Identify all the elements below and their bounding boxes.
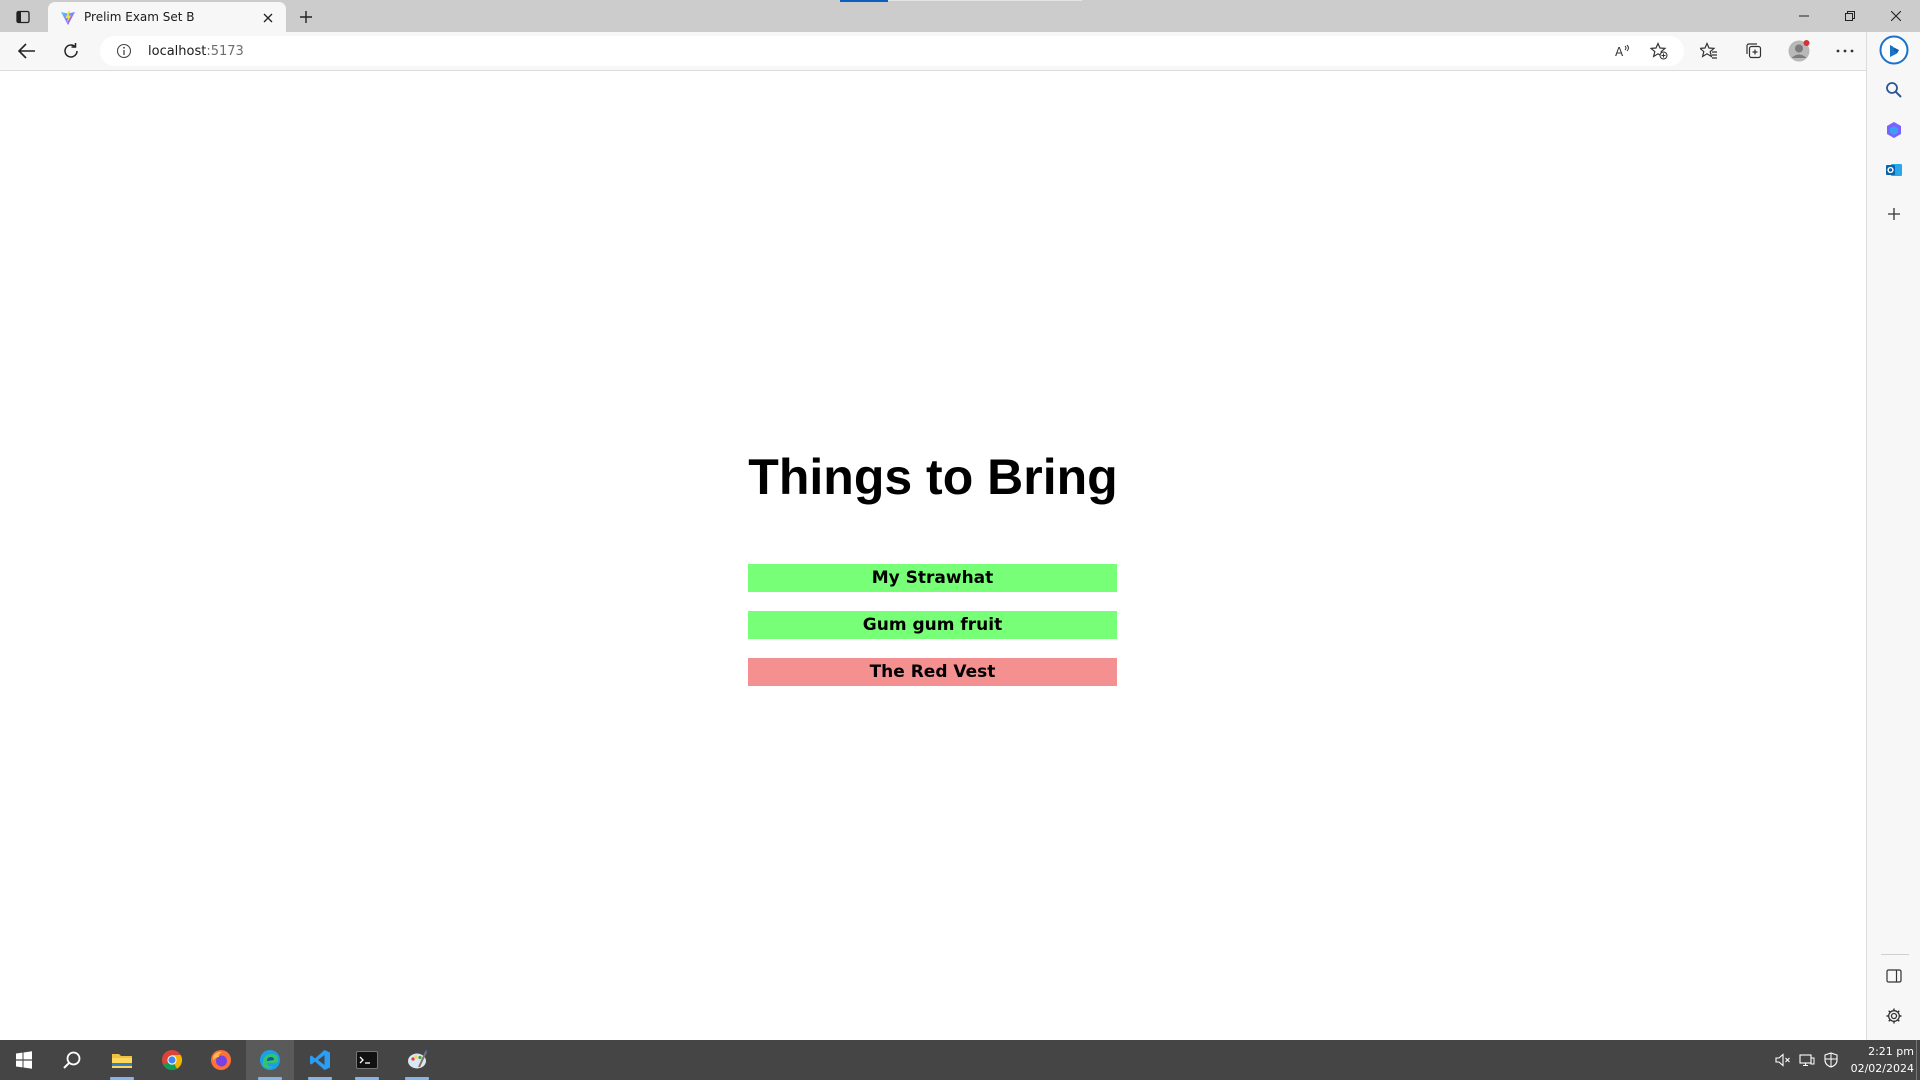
search-icon[interactable] <box>1880 76 1908 104</box>
windows-start-icon[interactable] <box>0 1040 48 1080</box>
web-page-content: Things to Bring My Strawhat Gum gum frui… <box>0 71 1866 1040</box>
list-item: Gum gum fruit <box>748 611 1117 639</box>
edge-icon[interactable] <box>246 1040 294 1080</box>
show-desktop-button[interactable] <box>1916 1040 1917 1080</box>
refresh-icon[interactable] <box>56 36 86 66</box>
settings-more-icon[interactable] <box>1830 36 1860 66</box>
browser-tab-active[interactable]: Prelim Exam Set B <box>48 2 286 33</box>
url-port: :5173 <box>206 44 244 59</box>
url-host: localhost <box>148 44 207 59</box>
tab-close-icon[interactable] <box>258 8 278 28</box>
security-shield-icon[interactable] <box>1821 1050 1841 1070</box>
site-info-icon[interactable] <box>116 43 132 59</box>
windows-taskbar: 2:21 pm 02/02/2024 <box>0 1040 1920 1080</box>
url-text[interactable]: localhost:5173 <box>148 44 244 59</box>
read-aloud-icon[interactable]: A <box>1610 38 1636 64</box>
restore-icon[interactable] <box>1827 0 1873 32</box>
bing-copilot-icon[interactable] <box>1878 34 1910 66</box>
new-tab-icon[interactable] <box>293 4 319 30</box>
volume-muted-icon[interactable] <box>1773 1050 1793 1070</box>
page-load-track <box>888 0 1082 1</box>
add-sidebar-app-icon[interactable] <box>1880 200 1908 228</box>
chrome-icon[interactable] <box>148 1040 196 1080</box>
list-item: My Strawhat <box>748 564 1117 592</box>
page-load-indicator <box>840 0 888 2</box>
tab-actions-icon[interactable] <box>10 6 36 28</box>
back-arrow-icon[interactable] <box>12 36 42 66</box>
browser-toolbar: localhost:5173 A <box>0 32 1920 70</box>
edge-sidebar <box>1866 32 1920 1040</box>
sidebar-settings-gear-icon[interactable] <box>1880 1002 1908 1030</box>
network-icon[interactable] <box>1797 1050 1817 1070</box>
svg-text:A: A <box>1615 45 1624 59</box>
vscode-icon[interactable] <box>296 1040 344 1080</box>
tab-title: Prelim Exam Set B <box>84 10 195 24</box>
browser-tab-bar: Prelim Exam Set B <box>0 0 1920 33</box>
list-item-label: The Red Vest <box>869 662 996 682</box>
sidebar-separator <box>1881 954 1909 955</box>
terminal-icon[interactable] <box>343 1040 391 1080</box>
vite-logo-icon <box>60 10 76 26</box>
hide-sidebar-icon[interactable] <box>1880 962 1908 990</box>
clock-date: 02/02/2024 <box>1850 1062 1914 1075</box>
office-icon[interactable] <box>1880 116 1908 144</box>
firefox-icon[interactable] <box>197 1040 245 1080</box>
address-bar[interactable]: localhost:5173 A <box>100 36 1684 66</box>
minimize-icon[interactable] <box>1781 0 1827 32</box>
taskbar-clock[interactable]: 2:21 pm 02/02/2024 <box>1844 1043 1914 1077</box>
profile-avatar-icon[interactable] <box>1784 36 1814 66</box>
add-favorite-icon[interactable] <box>1646 38 1672 64</box>
outlook-icon[interactable] <box>1880 156 1908 184</box>
list-item: The Red Vest <box>748 658 1117 686</box>
file-explorer-icon[interactable] <box>98 1040 146 1080</box>
close-window-icon[interactable] <box>1873 0 1919 32</box>
favorites-icon[interactable] <box>1694 36 1724 66</box>
taskbar-search-icon[interactable] <box>48 1040 96 1080</box>
paint-icon[interactable] <box>393 1040 441 1080</box>
page-title: Things to Bring <box>748 449 1118 505</box>
list-item-label: My Strawhat <box>871 568 994 588</box>
collections-icon[interactable] <box>1739 36 1769 66</box>
clock-time: 2:21 pm <box>1868 1045 1914 1058</box>
list-item-label: Gum gum fruit <box>862 615 1003 635</box>
